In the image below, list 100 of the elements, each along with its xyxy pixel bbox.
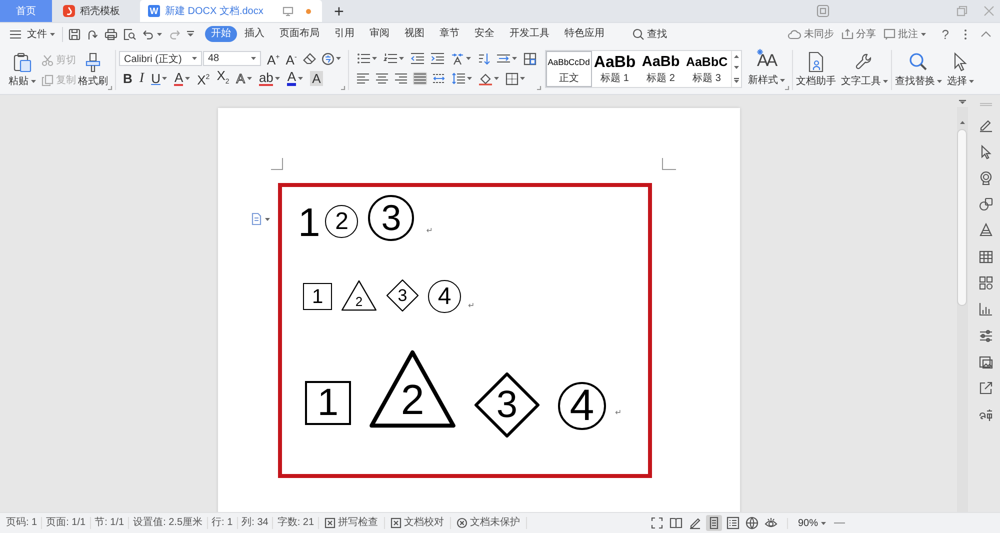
scroll-down-icon[interactable] xyxy=(734,66,739,70)
wrap-lines-button[interactable] xyxy=(496,52,518,65)
ribbon-tab[interactable]: 开始 xyxy=(205,26,237,42)
undo-icon[interactable] xyxy=(143,30,154,38)
caret-icon[interactable] xyxy=(821,522,826,524)
caret-icon[interactable] xyxy=(494,77,499,80)
ribbon-tab[interactable]: 插入 xyxy=(237,26,272,42)
highlighter-icon[interactable] xyxy=(979,118,993,132)
ribbon-tab[interactable]: 开发工具 xyxy=(502,26,557,42)
status-toggle[interactable]: 文档校对 xyxy=(385,517,452,529)
numbered-list-button[interactable] xyxy=(382,52,405,65)
comment-icon[interactable] xyxy=(884,28,895,40)
caret-icon[interactable] xyxy=(30,80,36,82)
share-button[interactable]: 分享 xyxy=(842,27,876,41)
caret-icon[interactable] xyxy=(398,57,404,60)
print-preview-icon[interactable] xyxy=(124,28,136,40)
caret-icon[interactable] xyxy=(251,57,256,60)
caret-icon[interactable] xyxy=(192,57,197,60)
launcher-icon[interactable] xyxy=(108,86,112,90)
circle-x-icon[interactable] xyxy=(457,518,468,528)
style-option[interactable]: AaBbCcDd 正文 xyxy=(546,51,592,87)
ribbon-tab[interactable]: 章节 xyxy=(432,26,467,42)
scroll-top-icon[interactable] xyxy=(958,100,966,104)
image-icon[interactable] xyxy=(979,354,993,369)
translate-icon[interactable] xyxy=(979,408,993,422)
text-layout-icon[interactable] xyxy=(450,52,464,64)
font-size-field[interactable]: 48 xyxy=(203,51,261,66)
collapse-icon[interactable] xyxy=(981,31,991,37)
border-grid-button[interactable] xyxy=(504,72,526,86)
ribbon-tab[interactable]: 页面布局 xyxy=(272,26,327,42)
italic-button[interactable]: I xyxy=(139,71,144,86)
more-icon[interactable] xyxy=(964,28,967,40)
tab[interactable]: 稻壳模板 xyxy=(52,0,138,22)
character-shading-button[interactable]: A xyxy=(310,71,323,86)
clipboard-icon[interactable] xyxy=(13,52,31,72)
caret-icon[interactable] xyxy=(520,77,525,80)
status-toggle[interactable]: 拼写检查 xyxy=(319,517,386,529)
style-option[interactable]: AaBb 标题 2 xyxy=(638,51,684,87)
caret-icon[interactable] xyxy=(336,57,341,60)
eraser-icon[interactable] xyxy=(302,53,316,64)
select-button[interactable]: 选择 xyxy=(946,51,974,87)
caret-icon[interactable] xyxy=(882,80,888,82)
caret-icon[interactable] xyxy=(968,80,974,82)
caret-icon[interactable] xyxy=(275,77,280,80)
subscript-button[interactable]: X$_{2}$ xyxy=(216,68,230,90)
phonetic-icon[interactable] xyxy=(322,52,334,64)
bullet-list-button[interactable] xyxy=(356,52,378,65)
grow-font-button[interactable]: A$^{+}$ xyxy=(267,50,280,68)
numbered-list-icon[interactable] xyxy=(384,53,397,64)
paint-brush-icon[interactable] xyxy=(85,52,101,72)
pyramid-icon[interactable] xyxy=(979,223,993,238)
launcher-icon[interactable] xyxy=(536,86,541,90)
caret-icon[interactable] xyxy=(185,77,190,80)
document-assistant-button[interactable]: 文档助手 xyxy=(796,51,836,87)
print-icon[interactable] xyxy=(105,28,117,40)
scroll-up-arrow-icon[interactable] xyxy=(960,121,964,124)
search-button[interactable]: 查找 xyxy=(633,27,667,41)
bullet-list-icon[interactable] xyxy=(356,53,370,64)
ribbon-tab[interactable]: 安全 xyxy=(467,26,502,42)
expand-gallery-icon[interactable] xyxy=(734,78,739,83)
scrollbar-thumb[interactable] xyxy=(957,129,967,306)
launcher-icon[interactable] xyxy=(340,86,345,90)
apps-icon[interactable] xyxy=(979,276,993,290)
line-spacing-button[interactable] xyxy=(450,72,473,85)
caret-icon[interactable] xyxy=(466,57,471,60)
sync-button[interactable]: 未同步 xyxy=(788,27,834,41)
paint-bucket-button[interactable] xyxy=(478,72,500,86)
caret-icon[interactable] xyxy=(157,32,162,36)
status-toggle[interactable]: 文档未保护 xyxy=(451,517,528,529)
style-option[interactable]: AaBb 标题 1 xyxy=(592,51,638,87)
cloud-icon[interactable] xyxy=(788,29,801,39)
share-out-icon[interactable] xyxy=(979,381,993,396)
font-color-button[interactable]: A xyxy=(287,71,304,86)
launcher-icon[interactable] xyxy=(784,86,789,90)
paint-bucket-icon[interactable] xyxy=(478,72,492,84)
strikethrough-button[interactable]: A xyxy=(174,72,190,86)
font-name-field[interactable]: Calibri (正文) xyxy=(119,51,202,66)
caret-icon[interactable] xyxy=(466,77,472,80)
line-spacing-icon[interactable] xyxy=(452,73,465,84)
caret-icon[interactable] xyxy=(936,80,942,82)
caret-icon[interactable] xyxy=(780,78,785,82)
paragraph-handle-icon[interactable] xyxy=(251,213,270,225)
ribbon-tab[interactable]: 视图 xyxy=(397,26,432,42)
wrench-icon[interactable] xyxy=(855,52,874,72)
zoom-level-button[interactable]: 90% xyxy=(798,518,826,528)
menu-icon[interactable] xyxy=(10,30,21,38)
bar-chart-icon[interactable] xyxy=(979,302,993,316)
share-icon[interactable] xyxy=(842,29,853,39)
caret-icon[interactable] xyxy=(512,57,517,60)
magnifier-icon[interactable] xyxy=(909,52,928,72)
customize-icon[interactable] xyxy=(187,31,194,37)
paste-button[interactable]: 粘贴 xyxy=(8,51,36,87)
caret-icon[interactable] xyxy=(162,77,168,80)
phonetic-guide-button[interactable] xyxy=(322,52,341,64)
shrink-font-button[interactable]: A$^{-}$ xyxy=(286,50,297,68)
comment-button[interactable]: 批注 xyxy=(884,27,926,41)
caret-icon[interactable] xyxy=(50,32,55,36)
search-icon[interactable] xyxy=(633,28,644,40)
underline-button[interactable]: U xyxy=(151,71,168,86)
text-layout-button[interactable] xyxy=(450,52,472,66)
